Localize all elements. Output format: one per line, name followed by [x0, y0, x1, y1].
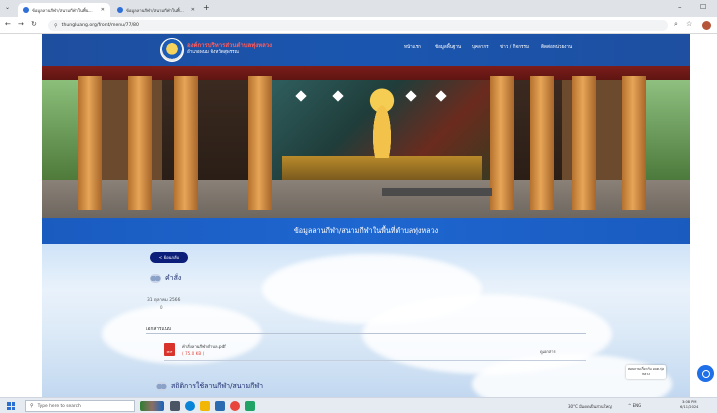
menu-item-news[interactable]: ข่าว / กิจกรรม [500, 44, 529, 51]
tab-title: ข้อมูลลานกีฬา/สนามกีฬาในพื้นที่ตำบลทุ่งห… [126, 7, 185, 13]
chat-prompt-bubble[interactable]: สอบถามเกี่ยวกับ อบต.ทุ่ง หลวง [626, 365, 666, 379]
back-button[interactable]: < ย้อนกลับ [150, 252, 188, 263]
chrome-browser-icon[interactable] [230, 401, 240, 411]
close-tab-icon[interactable]: ✕ [191, 7, 195, 13]
clock-date: 6/11/2024 [680, 405, 699, 409]
site-logo[interactable] [160, 38, 184, 62]
view-count: 0 [160, 305, 163, 310]
web-page: องค์การบริหารส่วนตำบลทุ่งหลวง อำเภอพนม จ… [0, 34, 717, 397]
favicon-icon [117, 7, 123, 13]
section-title-order: คำสั่ง [165, 274, 182, 282]
store-icon[interactable] [215, 401, 225, 411]
zoom-icon[interactable]: ⌕ [674, 20, 678, 29]
hero-banner-image [42, 66, 690, 218]
address-bar[interactable]: ⚲ thungluang.org/front/menu/77/80 [48, 20, 668, 31]
file-explorer-icon[interactable] [200, 401, 210, 411]
menu-item-info[interactable]: ข้อมูลพื้นฐาน [435, 44, 461, 51]
page-title-band: ข้อมูลลานกีฬา/สนามกีฬาในพื้นที่ตำบลทุ่งห… [42, 218, 690, 244]
browser-tab-bar: ⌄ ข้อมูลลานกีฬา/สนามกีฬาในพื้นที่ตำบลทุ่… [0, 0, 717, 17]
tab-inactive[interactable]: ข้อมูลลานกีฬา/สนามกีฬาในพื้นที่ตำบลทุ่งห… [112, 3, 200, 17]
site-subtitle: อำเภอพนม จังหวัดสุพรรณ [187, 50, 239, 55]
tab-title: ข้อมูลลานกีฬา/สนามกีฬาในพื้นที่ตำบลทุ่งห… [32, 7, 95, 13]
buddha-statue [368, 88, 396, 158]
close-tab-icon[interactable]: ✕ [101, 7, 105, 13]
windows-taskbar: ⚲ Type here to search 30°C มีแดดเป็นส่วน… [0, 397, 717, 413]
news-widget-icon[interactable] [140, 401, 164, 411]
tab-active[interactable]: ข้อมูลลานกีฬา/สนามกีฬาในพื้นที่ตำบลทุ่งห… [18, 3, 110, 17]
new-tab-button[interactable]: + [203, 3, 210, 12]
site-header: องค์การบริหารส่วนตำบลทุ่งหลวง อำเภอพนม จ… [42, 34, 690, 66]
attachment-file-size: ( 75.0 KB ) [182, 351, 205, 356]
taskbar-clock[interactable]: 3:08 PM 6/11/2024 [680, 400, 698, 410]
site-info-icon[interactable]: ⚲ [54, 23, 58, 29]
section-title-statistics: สถิติการใช้ลานกีฬา/สนามกีฬา [171, 382, 264, 390]
search-placeholder: Type here to search [37, 403, 81, 409]
view-document-link[interactable]: ดูเอกสาร [540, 348, 556, 355]
system-tray[interactable]: ^ ENG [628, 403, 641, 408]
chat-icon [701, 369, 710, 378]
edge-browser-icon[interactable] [185, 401, 195, 411]
forward-arrow-icon[interactable]: → [18, 20, 24, 28]
task-view-icon[interactable] [170, 401, 180, 411]
url-text: thungluang.org/front/menu/77/80 [61, 23, 139, 28]
menu-item-staff[interactable]: บุคลากร [472, 44, 489, 51]
reload-icon[interactable]: ↻ [31, 20, 37, 28]
menu-item-contact[interactable]: ติดต่อหน่วยงาน [541, 44, 572, 51]
back-arrow-icon[interactable]: ← [5, 20, 11, 28]
post-date: 31 ตุลาคม 2566 [147, 298, 181, 303]
taskbar-search-input[interactable]: ⚲ Type here to search [25, 400, 135, 412]
menu-item-home[interactable]: หน้าแรก [404, 44, 421, 51]
favicon-icon [23, 7, 29, 13]
profile-avatar[interactable] [702, 21, 711, 30]
content-area: < ย้อนกลับ คำสั่ง 31 ตุลาคม 2566 0 เอกสา… [42, 244, 690, 397]
chat-launcher-button[interactable] [697, 365, 714, 382]
app-icon[interactable] [245, 401, 255, 411]
section-icon [156, 382, 167, 391]
section-icon [150, 274, 161, 283]
tab-search-chevron-icon[interactable]: ⌄ [5, 4, 10, 11]
page-title: ข้อมูลลานกีฬา/สนามกีฬาในพื้นที่ตำบลทุ่งห… [293, 226, 439, 235]
attachments-label: เอกสารแนบ [146, 327, 172, 332]
browser-toolbar: ← → ↻ ⚲ thungluang.org/front/menu/77/80 … [0, 17, 717, 34]
attachment-file-link[interactable]: คำสั่งลานกีฬาตำบล.pdf [182, 343, 226, 350]
search-icon: ⚲ [30, 403, 34, 409]
bookmark-star-icon[interactable]: ☆ [686, 20, 692, 28]
minimize-button[interactable]: – [678, 3, 682, 11]
weather-widget[interactable]: 30°C มีแดดเป็นส่วนใหญ่ [568, 403, 612, 410]
windows-start-icon[interactable] [7, 402, 15, 410]
maximize-button[interactable]: ☐ [700, 3, 706, 11]
pdf-file-icon[interactable]: PDF [164, 343, 175, 356]
